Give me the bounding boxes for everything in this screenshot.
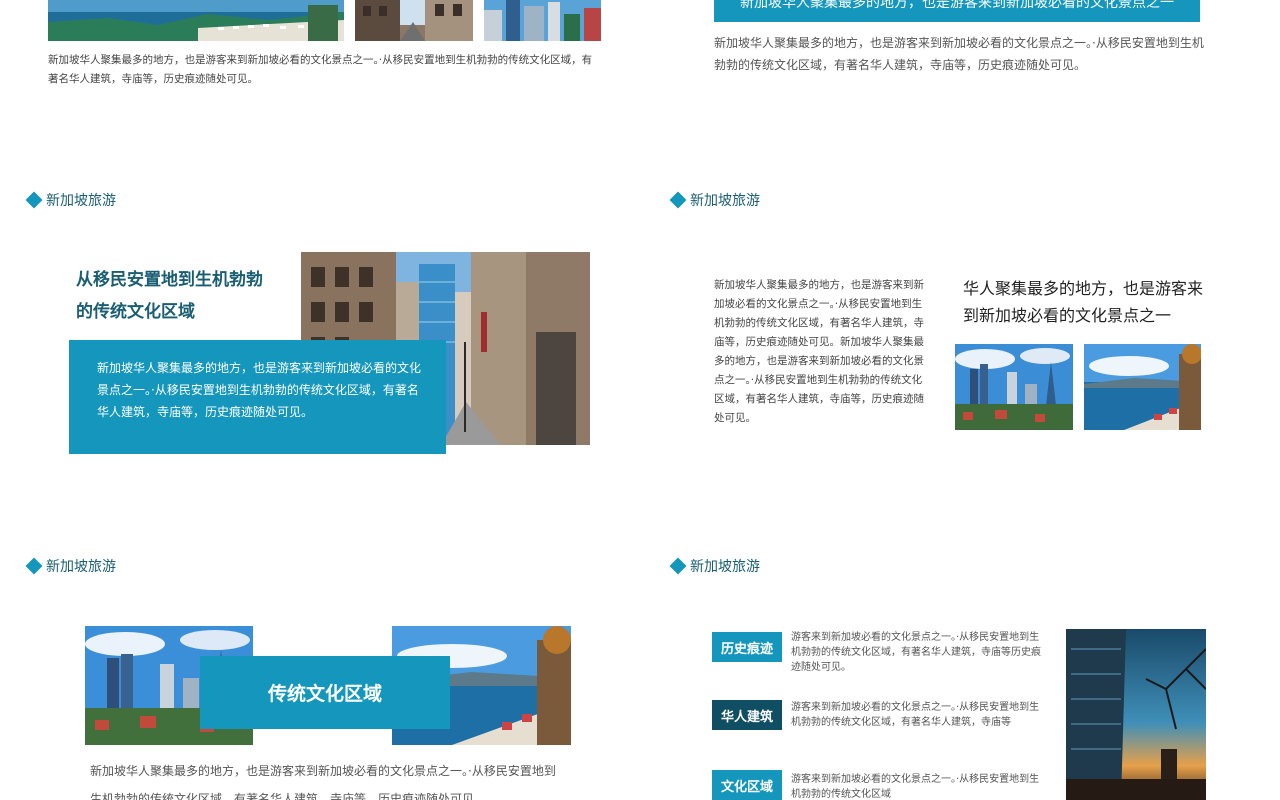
- slide-1: 新加坡华人聚集最多的地方，也是游客来到新加坡必看的文化景点之一。·从移民安置地到…: [0, 0, 640, 160]
- slide-5: 新加坡旅游 传统文化区域 新加坡华人聚集最多的地方，也是游客来到新加坡必看的文化…: [0, 546, 640, 800]
- slide-3: 新加坡旅游 从移民安置地到生机勃勃 的传统文化区域 新加坡华人聚集最多的地方，也…: [0, 180, 640, 510]
- slide2-banner: 新加坡华人聚集最多的地方，也是游客来到新加坡必看的文化景点之一: [714, 0, 1200, 22]
- slide-4: 新加坡旅游 新加坡华人聚集最多的地方，也是游客来到新加坡必看的文化景点之一。·从…: [644, 180, 1280, 510]
- item-text: 游客来到新加坡必看的文化景点之一。·从移民安置地到生机勃勃的传统文化区域，有著名…: [791, 632, 1041, 673]
- section-title: 新加坡旅游: [690, 559, 760, 575]
- section-title: 新加坡旅游: [46, 193, 116, 209]
- skyline-photo: [955, 344, 1073, 430]
- center-label-box: 传统文化区域: [200, 656, 450, 729]
- tag-culture-area: 文化区域: [712, 770, 782, 800]
- coast-photo: [1084, 344, 1201, 430]
- section-title: 新加坡旅游: [690, 193, 760, 209]
- section-header: 新加坡旅游: [669, 190, 760, 210]
- slide-6: 新加坡旅游 历史痕迹 游客来到新加坡必看的文化景点之一。·从移民安置地到生机勃勃…: [644, 546, 1280, 800]
- tag-architecture: 华人建筑: [712, 700, 782, 730]
- street-photo: [355, 0, 473, 41]
- section-header: 新加坡旅游: [25, 190, 116, 210]
- slide-2: 新加坡华人聚集最多的地方，也是游客来到新加坡必看的文化景点之一 新加坡华人聚集最…: [644, 0, 1280, 160]
- slide4-heading: 华人聚集最多的地方，也是游客来到新加坡必看的文化景点之一: [963, 279, 1204, 325]
- slide3-heading: 从移民安置地到生机勃勃 的传统文化区域: [76, 270, 263, 322]
- slide1-paragraph: 新加坡华人聚集最多的地方，也是游客来到新加坡必看的文化景点之一。·从移民安置地到…: [48, 54, 593, 85]
- slide2-paragraph: 新加坡华人聚集最多的地方，也是游客来到新加坡必看的文化景点之一。·从移民安置地到…: [714, 36, 1204, 72]
- diamond-icon: [25, 557, 43, 575]
- slide3-textbox: 新加坡华人聚集最多的地方，也是游客来到新加坡必看的文化景点之一。·从移民安置地到…: [69, 340, 446, 454]
- section-header: 新加坡旅游: [669, 556, 760, 576]
- diamond-icon: [25, 191, 43, 209]
- city-photo: [484, 0, 601, 41]
- section-title: 新加坡旅游: [46, 559, 116, 575]
- center-label: 传统文化区域: [267, 683, 382, 705]
- slide4-paragraph: 新加坡华人聚集最多的地方，也是游客来到新加坡必看的文化景点之一。·从移民安置地到…: [714, 279, 924, 424]
- diamond-icon: [669, 191, 687, 209]
- slide5-paragraph: 新加坡华人聚集最多的地方，也是游客来到新加坡必看的文化景点之一。·从移民安置地到…: [90, 764, 556, 800]
- item-text: 游客来到新加坡必看的文化景点之一。·从移民安置地到生机勃勃的传统文化区域: [791, 774, 1040, 800]
- tag-history: 历史痕迹: [712, 632, 782, 662]
- harbor-photo: [48, 0, 344, 41]
- tower-sunset-photo: [1066, 629, 1206, 800]
- section-header: 新加坡旅游: [25, 556, 116, 576]
- item-text: 游客来到新加坡必看的文化景点之一。·从移民安置地到生机勃勃的传统文化区域，有著名…: [791, 702, 1040, 728]
- diamond-icon: [669, 557, 687, 575]
